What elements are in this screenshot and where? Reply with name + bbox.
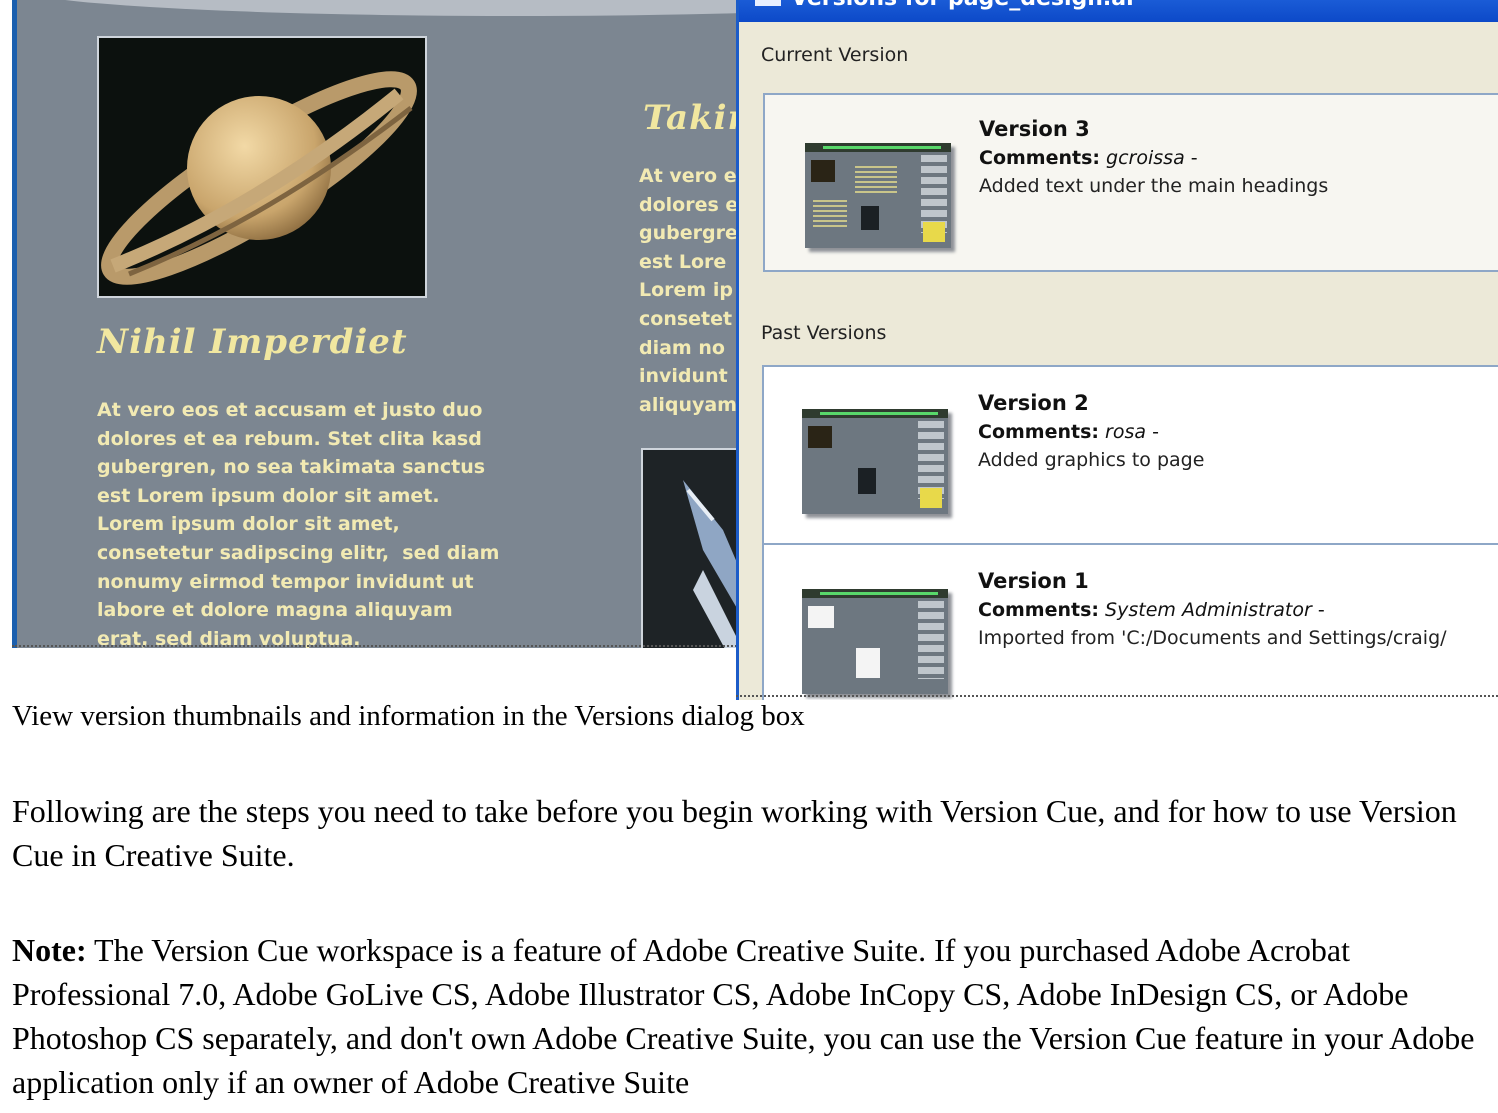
body-right-line: Lorem ip	[639, 279, 733, 302]
version-2-thumbnail	[802, 409, 948, 514]
heading-nihil-imperdiet: Nihil Imperdiet	[97, 322, 408, 362]
note-paragraph: Note: The Version Cue workspace is a fea…	[12, 928, 1492, 1104]
body-right-line: dolores e	[639, 193, 739, 216]
current-version-panel[interactable]: Version 3 Comments: gcroissa - Added tex…	[763, 93, 1498, 272]
comment-author: gcroissa	[1106, 147, 1185, 169]
body-right-line: aliquyam	[639, 393, 737, 416]
version-1-thumbnail	[802, 589, 948, 694]
past-version-card[interactable]: Version 2 Comments: rosa - Added graphic…	[762, 365, 1498, 545]
current-version-comments: Comments: gcroissa -	[979, 147, 1198, 169]
body-left-line: At vero eos et accusam et justo duo	[97, 399, 483, 421]
version-2-description: Added graphics to page	[978, 449, 1205, 471]
body-right-line: At vero e	[639, 165, 737, 187]
version-2-title: Version 2	[978, 391, 1089, 415]
intro-paragraph: Following are the steps you need to take…	[12, 793, 1457, 873]
body-left-line: dolores et ea rebum. Stet clita kasd	[97, 427, 482, 450]
body-right-line: gubergre	[639, 222, 738, 245]
window-icon	[755, 0, 781, 6]
comment-author: System Administrator	[1105, 599, 1312, 621]
version-1-title: Version 1	[978, 569, 1089, 593]
body-left-line: consetetur sadipscing elitr, sed diam	[97, 541, 500, 564]
body-right-line: est Lore	[639, 250, 727, 273]
saturn-image	[97, 36, 427, 298]
dash: -	[1317, 599, 1325, 621]
crop-edge-right	[736, 695, 1498, 697]
version-1-comments: Comments: System Administrator -	[978, 599, 1325, 621]
version-2-comments: Comments: rosa -	[978, 421, 1159, 443]
note-text: The Version Cue workspace is a feature o…	[12, 932, 1475, 1100]
current-version-description: Added text under the main headings	[979, 175, 1329, 197]
body-text-left: At vero eos et accusam et justo duo dolo…	[97, 396, 499, 648]
body-left-line: Lorem ipsum dolor sit amet,	[97, 513, 400, 536]
body-right-line: diam no	[639, 336, 725, 359]
body-right-line: consetet	[639, 307, 733, 330]
comment-author: rosa	[1105, 421, 1147, 443]
page-header-curve	[17, 0, 757, 16]
comments-label: Comments:	[979, 147, 1100, 169]
past-version-card[interactable]: Version 1 Comments: System Administrator…	[762, 543, 1498, 700]
dialog-titlebar[interactable]: Versions for page_design.ai	[739, 0, 1498, 22]
body-right-line: invidunt	[639, 365, 728, 388]
body-left-line: est Lorem ipsum dolor sit amet.	[97, 484, 440, 507]
comments-label: Comments:	[978, 599, 1099, 621]
note-label: Note:	[12, 932, 87, 968]
body-left-line: gubergren, no sea takimata sanctus	[97, 456, 486, 479]
dash: -	[1190, 147, 1198, 169]
crop-edge-left	[12, 645, 737, 647]
current-version-title: Version 3	[979, 117, 1090, 141]
background-web-page: Nihil Imperdiet At vero eos et accusam e…	[12, 0, 757, 648]
body-left-line: nonumy eirmod tempor invidunt ut	[97, 570, 474, 593]
body-left-line: labore et dolore magna aliquyam	[97, 599, 453, 622]
version-3-thumbnail	[805, 143, 951, 248]
versions-screenshot-figure: Nihil Imperdiet At vero eos et accusam e…	[0, 0, 1498, 700]
dialog-title: Versions for page_design.ai	[791, 0, 1134, 11]
current-version-label: Current Version	[761, 44, 909, 66]
body-text-right: At vero e dolores e gubergre est Lore Lo…	[639, 162, 738, 419]
version-1-description: Imported from 'C:/Documents and Settings…	[978, 627, 1447, 649]
dash: -	[1152, 421, 1159, 443]
past-versions-label: Past Versions	[761, 322, 887, 344]
comments-label: Comments:	[978, 421, 1099, 443]
figure-caption: View version thumbnails and information …	[12, 700, 805, 732]
